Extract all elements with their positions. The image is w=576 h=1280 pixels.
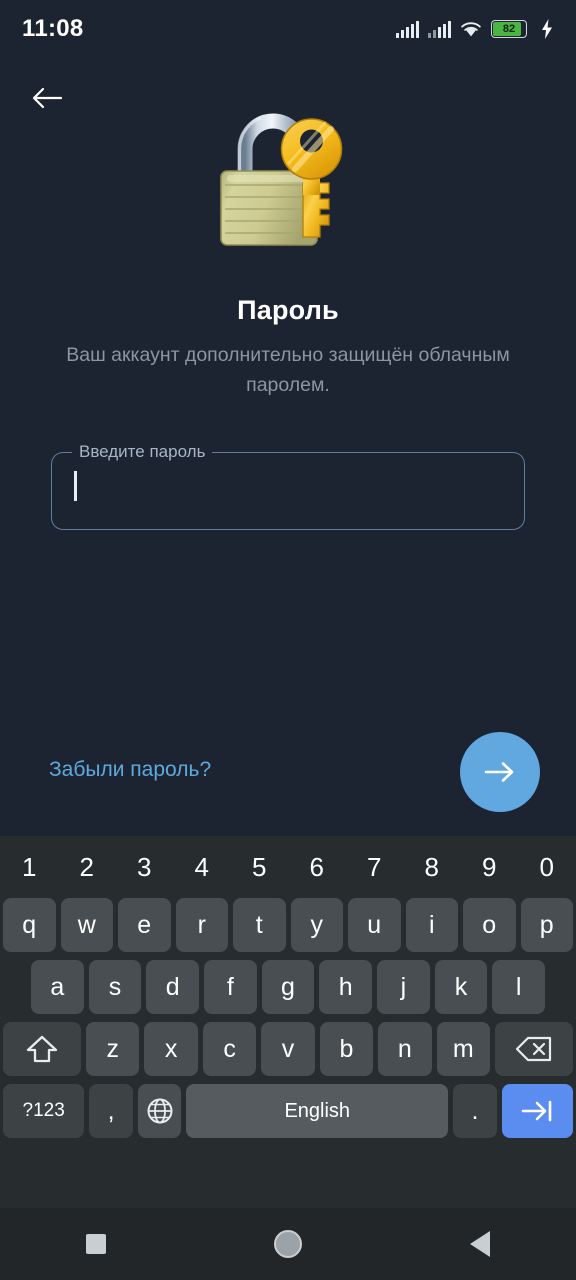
key-5[interactable]: 5 — [233, 844, 286, 890]
key-g[interactable]: g — [261, 960, 315, 1014]
back-nav-button[interactable] — [435, 1208, 525, 1280]
phone-screen: 11:08 82 Пароль Ваш аккаунт дополнительн… — [0, 0, 576, 1280]
status-icons: 82 — [396, 19, 554, 39]
text-caret — [74, 471, 77, 501]
arrow-right-icon — [484, 762, 514, 782]
key-1[interactable]: 1 — [3, 844, 56, 890]
triangle-back-icon — [470, 1231, 490, 1257]
key-w[interactable]: w — [60, 898, 113, 952]
key-q[interactable]: q — [3, 898, 56, 952]
backspace-icon — [515, 1036, 552, 1062]
wifi-icon — [461, 22, 481, 37]
key-d[interactable]: d — [146, 960, 199, 1014]
password-field[interactable]: Введите пароль — [51, 442, 525, 530]
key-a[interactable]: a — [30, 960, 84, 1014]
signal-icon — [396, 20, 420, 38]
key-l[interactable]: l — [492, 960, 546, 1014]
page-subtitle: Ваш аккаунт дополнительно защищён облачн… — [66, 344, 510, 396]
key-v[interactable]: v — [261, 1022, 315, 1076]
page-title: Пароль — [237, 295, 339, 325]
key-i[interactable]: i — [405, 898, 458, 952]
key-0[interactable]: 0 — [521, 844, 574, 890]
key-9[interactable]: 9 — [463, 844, 516, 890]
next-action-key[interactable] — [501, 1084, 573, 1138]
lock-and-key-icon — [220, 113, 343, 246]
period-key[interactable]: . — [453, 1084, 497, 1138]
shift-key[interactable] — [3, 1022, 82, 1076]
language-key[interactable] — [137, 1084, 182, 1138]
key-x[interactable]: x — [144, 1022, 198, 1076]
key-e[interactable]: e — [118, 898, 171, 952]
key-y[interactable]: y — [290, 898, 343, 952]
key-4[interactable]: 4 — [176, 844, 229, 890]
key-r[interactable]: r — [175, 898, 228, 952]
keyboard-row-bottom-letters: z x c v b n m — [3, 1018, 573, 1080]
key-7[interactable]: 7 — [348, 844, 401, 890]
key-m[interactable]: m — [436, 1022, 490, 1076]
symbols-key[interactable]: ?123 — [3, 1084, 85, 1138]
square-icon — [86, 1234, 106, 1254]
charging-bolt-icon — [542, 19, 552, 39]
key-2[interactable]: 2 — [61, 844, 114, 890]
signal-icon — [428, 20, 451, 38]
tab-next-icon — [522, 1100, 552, 1122]
comma-key[interactable]: , — [89, 1084, 133, 1138]
keyboard-row-home: a s d f g h j k l — [3, 956, 573, 1018]
key-j[interactable]: j — [377, 960, 430, 1014]
keyboard-row-qwerty: q w e r t y u i o p — [3, 894, 573, 956]
key-t[interactable]: t — [233, 898, 286, 952]
password-field-label: Введите пароль — [72, 442, 213, 462]
key-s[interactable]: s — [88, 960, 142, 1014]
key-n[interactable]: n — [378, 1022, 432, 1076]
battery-icon: 82 — [491, 20, 527, 38]
system-nav-bar — [0, 1208, 576, 1280]
key-o[interactable]: o — [463, 898, 516, 952]
status-time: 11:08 — [22, 15, 84, 42]
key-p[interactable]: p — [520, 898, 573, 952]
key-b[interactable]: b — [319, 1022, 374, 1076]
keyboard-row-function: ?123 , English . — [3, 1080, 573, 1142]
recents-button[interactable] — [51, 1208, 141, 1280]
battery-percent: 82 — [502, 22, 516, 35]
key-k[interactable]: k — [434, 960, 488, 1014]
submit-button[interactable] — [460, 732, 540, 812]
key-u[interactable]: u — [348, 898, 401, 952]
key-3[interactable]: 3 — [118, 844, 171, 890]
key-f[interactable]: f — [204, 960, 257, 1014]
key-h[interactable]: h — [319, 960, 373, 1014]
illustration-container — [0, 103, 576, 253]
on-screen-keyboard[interactable]: 1 2 3 4 5 6 7 8 9 0 q w e r t y u i o p … — [0, 836, 576, 1208]
shift-icon — [26, 1035, 58, 1063]
home-button[interactable] — [243, 1208, 333, 1280]
key-z[interactable]: z — [86, 1022, 140, 1076]
key-c[interactable]: c — [202, 1022, 257, 1076]
key-8[interactable]: 8 — [406, 844, 459, 890]
key-6[interactable]: 6 — [291, 844, 344, 890]
status-bar: 11:08 82 — [0, 0, 576, 58]
forgot-password-link[interactable]: Забыли пароль? — [49, 758, 211, 782]
password-input[interactable] — [74, 471, 506, 519]
backspace-key[interactable] — [494, 1022, 573, 1076]
circle-icon — [274, 1230, 302, 1258]
space-key[interactable]: English — [186, 1084, 449, 1138]
keyboard-row-numbers: 1 2 3 4 5 6 7 8 9 0 — [3, 840, 573, 894]
globe-icon — [147, 1098, 173, 1124]
